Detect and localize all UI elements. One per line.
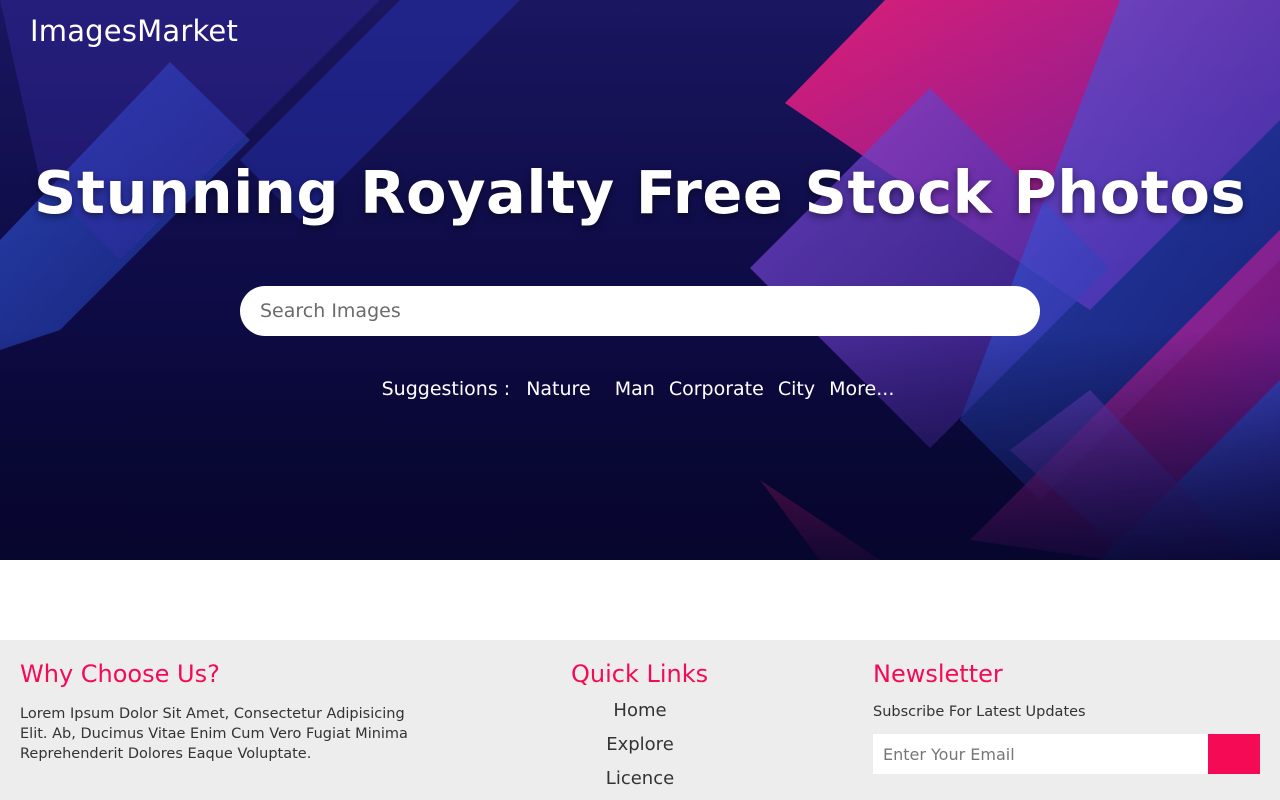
newsletter-subscribe-button[interactable]: [1208, 734, 1260, 774]
quick-links-list: Home Explore Licence: [540, 698, 740, 800]
newsletter-text: Subscribe For Latest Updates: [873, 704, 1086, 720]
suggestions-bar: Suggestions : Nature Man Corporate City …: [0, 378, 1280, 400]
hero-title: Stunning Royalty Free Stock Photos: [33, 158, 1247, 227]
why-choose-us-heading: Why Choose Us?: [20, 660, 220, 688]
suggestion-link-city[interactable]: City: [778, 378, 815, 400]
brand-logo[interactable]: ImagesMarket: [30, 14, 238, 48]
suggestion-link-nature[interactable]: Nature: [526, 378, 590, 400]
quick-link-licence[interactable]: Licence: [540, 766, 740, 800]
quick-link-explore[interactable]: Explore: [540, 732, 740, 766]
suggestion-link-corporate[interactable]: Corporate: [669, 378, 764, 400]
suggestions-label: Suggestions :: [381, 378, 511, 400]
quick-links-heading: Quick Links: [571, 660, 709, 688]
hero-section: ImagesMarket Stunning Royalty Free Stock…: [0, 0, 1280, 560]
why-choose-us-text: Lorem Ipsum Dolor Sit Amet, Consectetur …: [20, 706, 408, 762]
hero-background-image: [0, 0, 1280, 560]
footer: Why Choose Us? Lorem Ipsum Dolor Sit Ame…: [0, 640, 1280, 800]
newsletter-heading: Newsletter: [873, 660, 1003, 688]
quick-link-home[interactable]: Home: [540, 698, 740, 732]
search-input[interactable]: [240, 286, 1040, 336]
newsletter-email-input[interactable]: [873, 734, 1208, 774]
suggestion-link-man[interactable]: Man: [615, 378, 655, 400]
suggestion-link-more[interactable]: More...: [829, 378, 894, 400]
